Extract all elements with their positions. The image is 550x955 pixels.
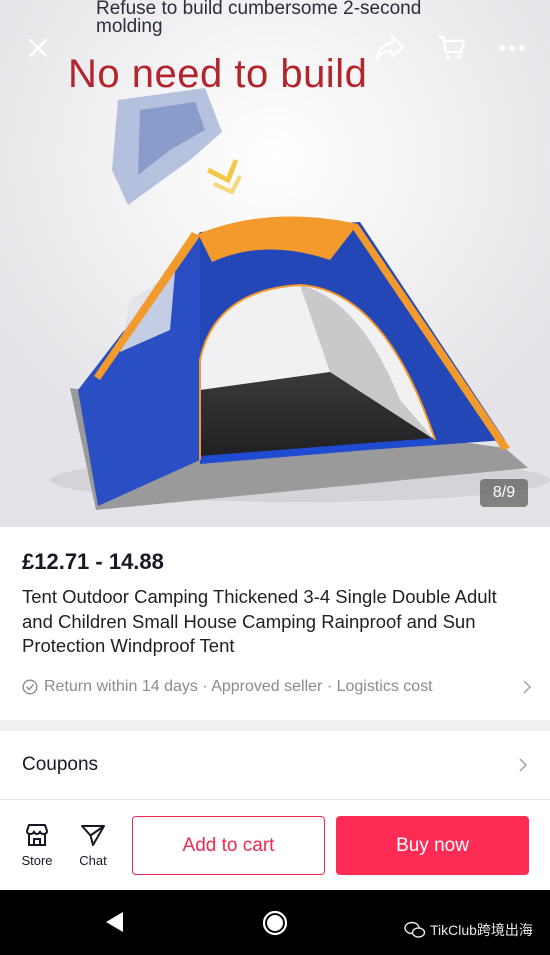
chat-button[interactable]: Chat [68,822,118,868]
store-icon [26,824,48,846]
system-nav-bar: TikClub跨境出海 [0,890,550,955]
store-button[interactable]: Store [12,822,62,868]
product-image[interactable]: Refuse to build cumbersome 2-second mold… [0,0,550,527]
back-icon[interactable] [103,910,125,934]
close-icon [28,38,48,58]
chevron-right-icon [519,758,528,772]
more-icon [499,45,525,51]
add-to-cart-button[interactable]: Add to cart [132,816,325,875]
store-label: Store [21,853,53,868]
buy-now-button[interactable]: Buy now [336,816,529,875]
price-range: £12.71 - 14.88 [22,549,164,574]
image-headline: No need to build [68,52,368,96]
coupons-label: Coupons [22,754,99,775]
cart-icon [438,35,466,60]
more-button[interactable] [490,26,534,70]
chat-icon [81,825,105,846]
close-button[interactable] [16,26,60,70]
watermark-text: TikClub跨境出海 [430,922,533,938]
chat-label: Chat [79,853,107,868]
product-title: Tent Outdoor Camping Thickened 3-4 Singl… [22,586,497,656]
check-circle-icon [22,679,38,695]
share-button[interactable] [368,26,412,70]
wechat-icon [404,921,426,938]
service-guarantees[interactable]: Return within 14 days · Approved seller … [22,675,532,699]
product-info: £12.71 - 14.88 Tent Outdoor Camping Thic… [0,527,550,720]
service-text: Return within 14 days · Approved seller … [44,678,433,695]
product-page: Refuse to build cumbersome 2-second mold… [0,0,550,955]
image-counter: 8/9 [480,479,528,507]
chevron-right-icon [523,680,532,694]
coupons-row[interactable]: Coupons [0,731,550,799]
section-gap [0,720,550,731]
share-icon [375,35,405,61]
cart-button[interactable] [429,26,473,70]
watermark: TikClub跨境出海 [404,920,533,940]
home-icon[interactable] [262,910,288,936]
bottom-action-bar: Store Chat Add to cart Buy now [0,800,550,890]
